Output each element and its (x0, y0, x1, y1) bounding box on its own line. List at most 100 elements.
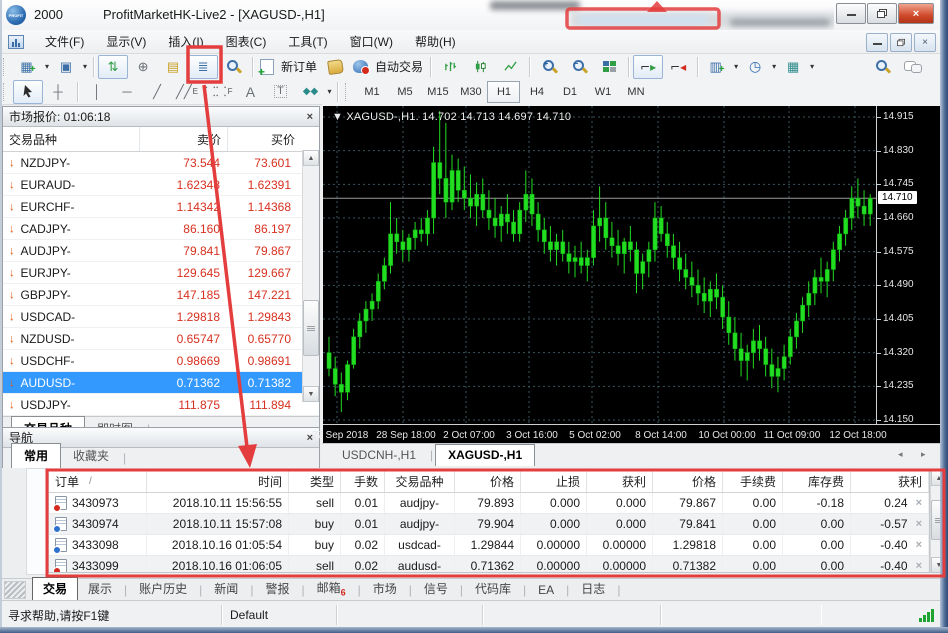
market-watch-row[interactable]: ↓ AUDUSD- 0.71362 0.71382 (3, 372, 319, 394)
market-watch-row[interactable]: ↓ USDJPY- 111.875 111.894 (3, 394, 319, 416)
terminal-tab-邮箱[interactable]: 邮箱6 (307, 577, 356, 600)
orders-column-9[interactable]: 手续费 (723, 471, 783, 492)
order-row[interactable]: 3433099 2018.10.16 01:06:05 sell 0.02 audusd… (49, 556, 929, 572)
mdi-close-button[interactable]: × (914, 33, 936, 52)
order-row[interactable]: 3430973 2018.10.11 15:56:55 sell 0.01 audjpy… (49, 493, 929, 514)
terminal-tab-EA[interactable]: EA (528, 581, 564, 600)
toolbar-grip[interactable] (3, 57, 9, 76)
orders-column-2[interactable]: 类型 (289, 471, 341, 492)
menu-item-4[interactable]: 工具(T) (277, 30, 338, 53)
terminal-tab-信号[interactable]: 信号 (414, 578, 458, 600)
column-ask[interactable]: 买价 (228, 127, 301, 151)
close-order-icon[interactable]: × (916, 539, 922, 551)
order-row[interactable]: 3433098 2018.10.16 01:05:54 buy 0.02 usdcad-… (49, 535, 929, 556)
chart-tabs-scroll-icons[interactable]: ◂ ▸ (898, 449, 942, 460)
timeframe-d1[interactable]: D1 (553, 81, 586, 103)
order-row[interactable]: 3430974 2018.10.11 15:57:08 buy 0.01 audjpy-… (49, 514, 929, 535)
close-order-icon[interactable]: × (916, 497, 922, 509)
orders-column-0[interactable]: 订单 / (49, 471, 147, 492)
chart-shift-button[interactable]: ⌐▸ (633, 54, 664, 79)
terminal-tab-代码库[interactable]: 代码库 (465, 578, 521, 600)
indicators-button[interactable]: ▥ + (702, 55, 732, 79)
navigator-tab-常用[interactable]: 常用 (11, 443, 62, 468)
market-watch-row[interactable]: ↓ EURCHF- 1.14342 1.14368 (3, 196, 319, 218)
window-border[interactable] (940, 0, 948, 633)
timeframe-h1[interactable]: H1 (487, 80, 521, 103)
window-close-button[interactable]: × (898, 3, 934, 24)
menu-item-2[interactable]: 插入(I) (157, 30, 214, 53)
auto-scroll-button[interactable]: ⌐◂ (663, 55, 693, 79)
candlestick-button[interactable] (465, 55, 495, 79)
terminal-tab-市场[interactable]: 市场 (363, 578, 407, 600)
vertical-line-tool[interactable]: │ (82, 80, 112, 104)
close-order-icon[interactable]: × (916, 560, 922, 572)
timeframe-m1[interactable]: M1 (355, 81, 388, 103)
profiles-button[interactable]: ▣ (51, 55, 81, 79)
chart-document-icon[interactable] (8, 34, 24, 49)
crosshair-tool-button[interactable]: ┼ (43, 80, 73, 104)
metaeditor-button[interactable] (320, 55, 350, 79)
horizontal-line-tool[interactable]: ─ (112, 80, 142, 104)
menu-item-5[interactable]: 窗口(W) (339, 30, 404, 53)
timeframe-w1[interactable]: W1 (586, 81, 619, 103)
market-watch-row[interactable]: ↓ NZDUSD- 0.65747 0.65770 (3, 328, 319, 350)
scroll-down-icon[interactable]: ▼ (303, 386, 319, 402)
market-watch-close-icon[interactable]: × (307, 111, 313, 123)
panel-grip-icon[interactable] (4, 581, 26, 599)
text-label-tool[interactable]: T (265, 80, 295, 104)
market-watch-row[interactable]: ↓ AUDJPY- 79.841 79.867 (3, 240, 319, 262)
timeframe-h4[interactable]: H4 (520, 81, 553, 103)
tile-windows-button[interactable] (594, 55, 624, 79)
menu-item-3[interactable]: 图表(C) (215, 30, 278, 53)
menu-item-0[interactable]: 文件(F) (34, 30, 95, 53)
navigator-tab-收藏夹[interactable]: 收藏夹 (61, 444, 121, 468)
timeframe-mn[interactable]: MN (619, 81, 652, 103)
navigator-button[interactable]: ▤ (158, 55, 188, 79)
indicators-dropdown[interactable]: ▾ (732, 62, 740, 71)
orders-column-1[interactable]: 时间 (147, 471, 289, 492)
market-watch-row[interactable]: ↓ EURAUD- 1.62348 1.62391 (3, 174, 319, 196)
cursor-tool-button[interactable] (13, 79, 43, 104)
terminal-tab-新闻[interactable]: 新闻 (204, 578, 248, 600)
time-axis[interactable]: 27 Sep 2018 28 Sep 18:00 2 Oct 07:00 3 Oct … (312, 424, 947, 443)
orders-column-8[interactable]: 价格 (653, 471, 723, 492)
new-chart-button[interactable]: ▦ + (13, 55, 43, 79)
periods-dropdown[interactable]: ▾ (770, 62, 778, 71)
orders-column-5[interactable]: 价格 (455, 471, 521, 492)
market-watch-row[interactable]: ↓ EURJPY- 129.645 129.667 (3, 262, 319, 284)
orders-column-11[interactable]: 获利 (851, 471, 929, 492)
arrows-tool[interactable]: ◆◆ (295, 80, 325, 104)
data-window-button[interactable]: ⊕ (128, 55, 158, 79)
status-profile[interactable]: Default (222, 605, 337, 625)
trendline-tool[interactable]: ╱ (142, 80, 172, 104)
toolbar-grip[interactable] (3, 82, 9, 101)
scrollbar-thumb[interactable] (303, 300, 319, 356)
mdi-minimize-button[interactable] (866, 33, 888, 52)
market-watch-row[interactable]: ↓ USDCAD- 1.29818 1.29843 (3, 306, 319, 328)
orders-column-6[interactable]: 止损 (521, 471, 587, 492)
market-watch-row[interactable]: ↓ NZDJPY- 73.544 73.601 (3, 152, 319, 174)
terminal-tab-交易[interactable]: 交易 (32, 577, 79, 600)
terminal-toggle-button[interactable]: ≣ (188, 54, 219, 79)
orders-column-7[interactable]: 获利 (587, 471, 653, 492)
terminal-tab-日志[interactable]: 日志 (571, 578, 615, 600)
menu-item-6[interactable]: 帮助(H) (404, 30, 467, 53)
chat-icon[interactable] (904, 60, 922, 74)
chart-tab-USDCNH-,H1[interactable]: USDCNH-,H1 (330, 445, 428, 466)
close-order-icon[interactable]: × (916, 518, 922, 530)
orders-column-10[interactable]: 库存费 (783, 471, 851, 492)
autotrade-button[interactable]: 自动交易 (350, 55, 426, 79)
mdi-restore-button[interactable] (890, 33, 912, 52)
toolbar-grip[interactable] (345, 82, 351, 101)
price-scale[interactable]: 14.915 14.830 14.745 14.660 14.575 14.490 14.4… (876, 106, 947, 425)
orders-column-3[interactable]: 手数 (341, 471, 385, 492)
timeframe-m5[interactable]: M5 (388, 81, 421, 103)
text-tool[interactable]: A (235, 80, 265, 104)
fibonacci-tool[interactable]: ⸬⸬ F (202, 80, 235, 104)
bar-chart-button[interactable] (435, 55, 465, 79)
templates-button[interactable]: ▦ (778, 55, 808, 79)
terminal-tab-展示[interactable]: 展示 (78, 578, 122, 600)
market-watch-scrollbar[interactable]: ▲ ▼ (302, 150, 319, 402)
zoom-out-button[interactable]: − (564, 55, 594, 79)
profiles-dropdown[interactable]: ▾ (81, 62, 89, 71)
